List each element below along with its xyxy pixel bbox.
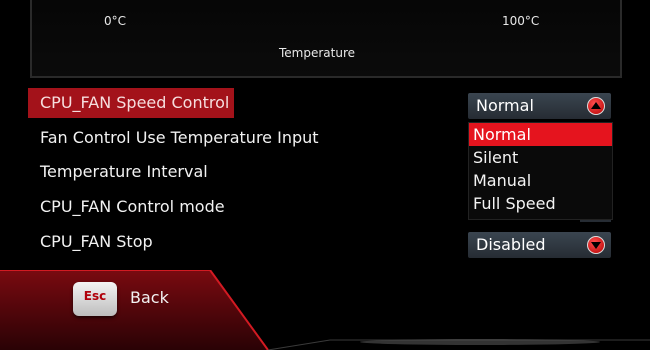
- back-button-label[interactable]: Back: [130, 288, 169, 307]
- speed-control-dropdown: Normal Silent Manual Full Speed: [468, 122, 613, 220]
- setting-cpu-fan-stop[interactable]: CPU_FAN Stop: [28, 227, 234, 257]
- fan-curve-chart: [30, 0, 622, 78]
- setting-fan-control-temp-input[interactable]: Fan Control Use Temperature Input: [28, 123, 319, 153]
- chart-point-label: 0%: [52, 0, 68, 3]
- setting-temperature-interval[interactable]: Temperature Interval: [28, 157, 234, 187]
- setting-cpu-fan-control-mode[interactable]: CPU_FAN Control mode: [28, 192, 234, 222]
- collapse-arrow-icon[interactable]: [587, 97, 605, 115]
- x-axis-tick-min: 0°C: [104, 14, 127, 28]
- x-axis-tick-max: 100°C: [502, 14, 540, 28]
- fan-stop-select[interactable]: Disabled: [468, 232, 611, 258]
- dropdown-option-silent[interactable]: Silent: [469, 146, 612, 169]
- esc-key-button[interactable]: Esc: [73, 282, 117, 316]
- expand-arrow-icon[interactable]: [587, 236, 605, 254]
- dropdown-option-normal[interactable]: Normal: [469, 123, 612, 146]
- fan-stop-value: Disabled: [476, 235, 546, 254]
- dropdown-option-manual[interactable]: Manual: [469, 169, 612, 192]
- setting-cpu-fan-speed-control[interactable]: CPU_FAN Speed Control: [28, 88, 234, 118]
- dropdown-option-full-speed[interactable]: Full Speed: [469, 192, 612, 215]
- x-axis-label: Temperature: [279, 46, 356, 60]
- speed-control-select[interactable]: Normal: [468, 93, 611, 119]
- speed-control-value: Normal: [476, 96, 534, 115]
